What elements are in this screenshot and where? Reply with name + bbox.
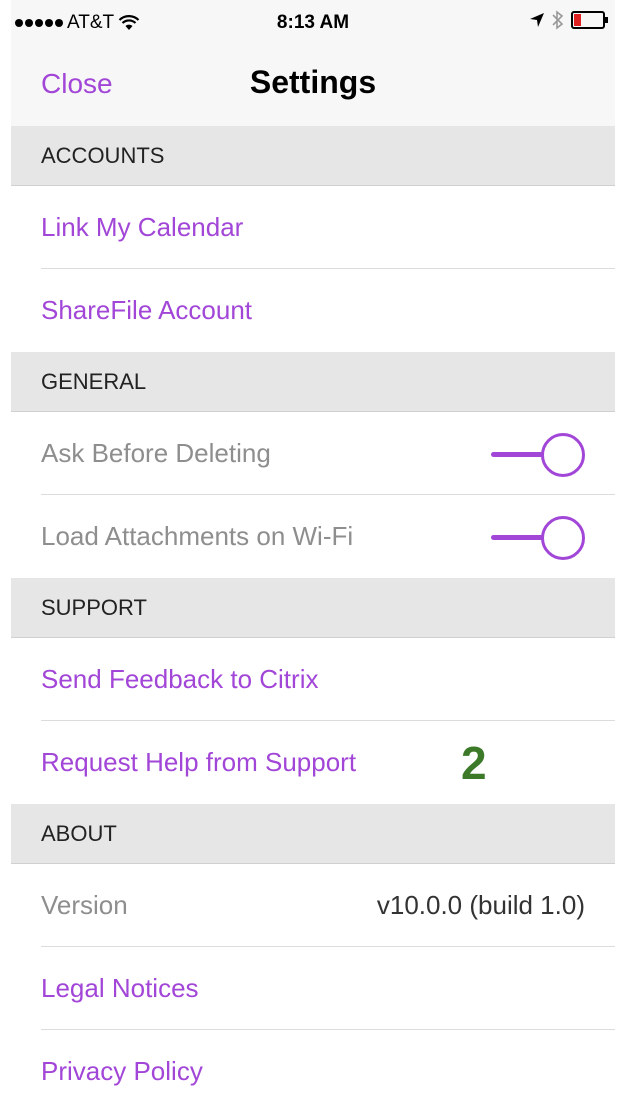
location-arrow-icon — [530, 13, 544, 27]
page-title: Settings — [249, 64, 377, 100]
status-time: 8:13 AM — [276, 12, 350, 33]
link-calendar-row[interactable]: Link My Calendar — [11, 186, 615, 269]
nav-bar: Close Settings — [11, 48, 615, 126]
frame-right — [615, 0, 623, 1095]
load-attachments-label: Load Attachments on Wi-Fi — [41, 521, 354, 551]
send-feedback-row[interactable]: Send Feedback to Citrix — [11, 638, 615, 721]
privacy-policy-label: Privacy Policy — [41, 1056, 203, 1086]
ask-before-deleting-row: Ask Before Deleting — [11, 412, 615, 495]
battery-icon — [571, 11, 608, 29]
privacy-policy-row[interactable]: Privacy Policy — [11, 1030, 615, 1086]
frame-bottom — [0, 1086, 623, 1095]
status-bar: AT&T 8:13 AM — [11, 0, 615, 48]
sharefile-account-label: ShareFile Account — [41, 295, 253, 325]
load-attachments-toggle[interactable] — [491, 516, 585, 560]
legal-notices-row[interactable]: Legal Notices — [11, 947, 615, 1030]
battery-level — [574, 14, 581, 26]
section-header-accounts: ACCOUNTS — [11, 126, 615, 186]
section-header-general: GENERAL — [11, 352, 615, 412]
send-feedback-label: Send Feedback to Citrix — [41, 664, 319, 694]
ask-before-deleting-toggle[interactable] — [491, 433, 585, 477]
toggle-knob — [541, 516, 585, 560]
load-attachments-row: Load Attachments on Wi-Fi — [11, 495, 615, 578]
section-header-about: ABOUT — [11, 804, 615, 864]
screen: AT&T 8:13 AM Close Settings ACCOUNTS Lin… — [11, 0, 615, 1086]
version-row: Version v10.0.0 (build 1.0) — [11, 864, 615, 947]
status-right — [529, 10, 608, 30]
link-calendar-label: Link My Calendar — [41, 212, 244, 242]
request-help-label: Request Help from Support — [41, 747, 357, 777]
legal-notices-label: Legal Notices — [41, 973, 199, 1003]
settings-list: ACCOUNTS Link My Calendar ShareFile Acco… — [11, 126, 615, 1086]
annotation-number: 2 — [461, 737, 487, 789]
version-value: v10.0.0 (build 1.0) — [376, 890, 585, 920]
version-label: Version — [41, 890, 128, 920]
frame-left — [0, 0, 11, 1095]
ask-before-deleting-label: Ask Before Deleting — [41, 438, 271, 468]
sharefile-account-row[interactable]: ShareFile Account — [11, 269, 615, 352]
bluetooth-icon — [552, 10, 564, 30]
toggle-knob — [541, 433, 585, 477]
section-header-support: SUPPORT — [11, 578, 615, 638]
request-help-row[interactable]: Request Help from Support — [11, 721, 615, 804]
